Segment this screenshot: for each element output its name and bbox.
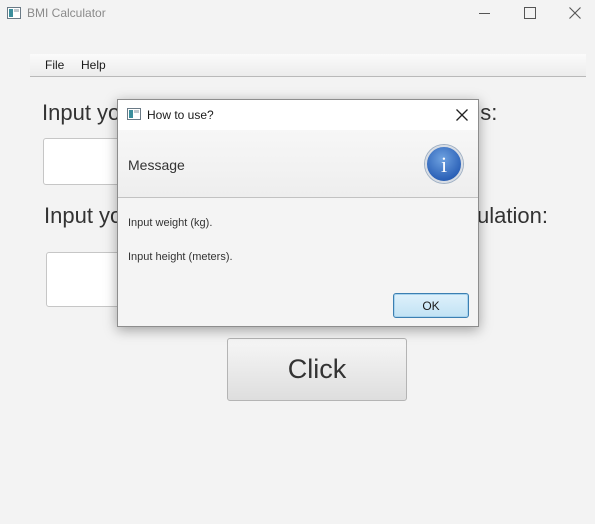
dialog-header-text: Message [128, 157, 185, 173]
close-icon [456, 109, 468, 121]
how-to-use-dialog: How to use? Message i Input weight (kg).… [117, 99, 479, 327]
window-title: BMI Calculator [27, 6, 106, 20]
ok-button[interactable]: OK [393, 293, 469, 318]
dialog-title: How to use? [147, 108, 214, 122]
app-icon [7, 7, 21, 19]
height-label-end: ulation: [477, 203, 548, 228]
menu-bar: File Help [30, 54, 586, 77]
dialog-message-line: Input weight (kg). [128, 217, 213, 229]
height-input[interactable] [46, 252, 122, 307]
window-titlebar: BMI Calculator [0, 0, 595, 28]
weight-label-start: Input yo [42, 100, 121, 125]
maximize-button[interactable] [507, 0, 553, 28]
weight-input[interactable] [43, 138, 123, 185]
close-button[interactable] [552, 0, 595, 28]
height-label-start: Input yo [44, 203, 123, 228]
close-icon [569, 7, 581, 19]
dialog-app-icon [127, 108, 141, 120]
dialog-message-line: Input height (meters). [128, 251, 233, 263]
dialog-titlebar: How to use? [118, 100, 478, 130]
menu-help[interactable]: Help [81, 58, 106, 72]
menu-file[interactable]: File [45, 58, 64, 72]
info-icon: i [425, 145, 463, 183]
dialog-close-button[interactable] [451, 105, 473, 125]
dialog-header: Message i [118, 130, 478, 198]
minimize-button[interactable] [463, 0, 509, 28]
info-icon-glyph: i [440, 152, 448, 177]
click-button[interactable]: Click [227, 338, 407, 401]
